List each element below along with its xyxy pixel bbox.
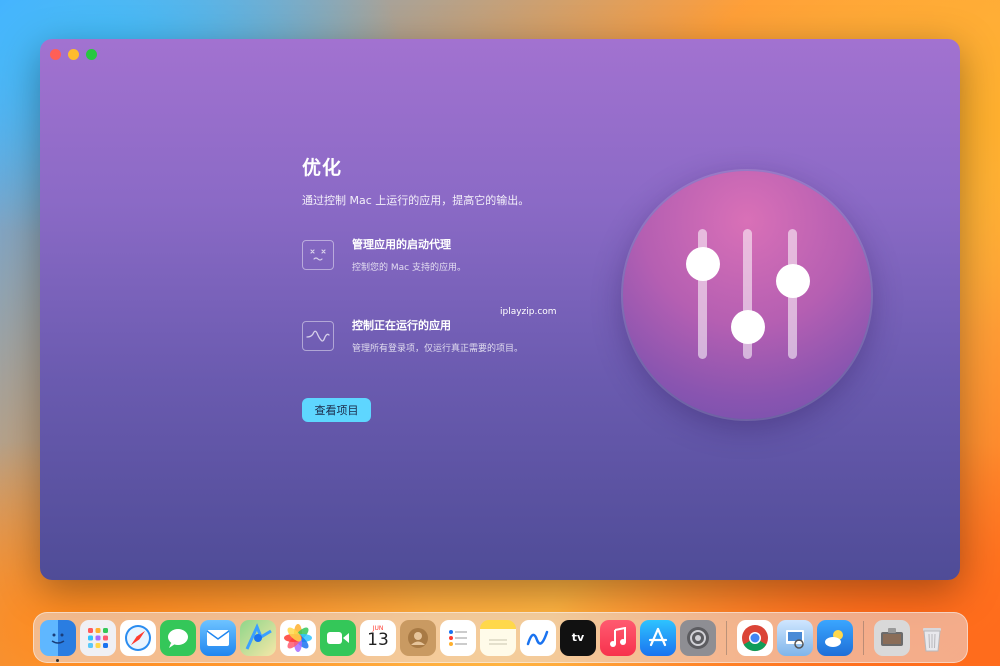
facetime-icon[interactable] [320,619,356,656]
trash-icon[interactable] [914,620,950,656]
app-window: 优化 通过控制 Mac 上运行的应用，提高它的输出。 管理应用的启动代理 控制您… [40,39,960,580]
safari-icon[interactable] [120,619,156,656]
finder-icon[interactable] [40,619,76,662]
reminders-icon[interactable] [440,619,476,656]
chrome-icon[interactable] [737,619,773,656]
page-title: 优化 [302,157,343,179]
face-x-eyes-icon [302,240,334,270]
maps-icon[interactable] [240,619,276,656]
dock-separator [863,620,864,655]
dock: JUN 13 tv [33,612,968,663]
screenshot-icon[interactable] [874,619,910,656]
calendar-icon[interactable]: JUN 13 [360,619,396,656]
launchpad-icon[interactable] [80,619,116,656]
apple-tv-label: tv [571,631,585,644]
feature-title: 管理应用的启动代理 [352,238,451,251]
calendar-day: 13 [367,629,389,650]
feature-running-apps: 控制正在运行的应用 管理所有登录项，仅运行真正需要的项目。 [302,317,523,354]
view-items-button[interactable]: 查看项目 [302,398,371,422]
apple-tv-icon[interactable]: tv [560,619,596,656]
messages-icon[interactable] [160,619,196,656]
feature-title: 控制正在运行的应用 [352,319,451,332]
window-controls [50,49,97,60]
mail-icon[interactable] [200,619,236,656]
app-store-icon[interactable] [640,619,676,656]
zoom-button[interactable] [86,49,97,60]
freeform-icon[interactable] [520,619,556,656]
photos-icon[interactable] [280,619,316,656]
weather-icon[interactable] [817,619,853,656]
waveform-icon [302,321,334,351]
music-icon[interactable] [600,619,636,656]
feature-description: 管理所有登录项，仅运行真正需要的项目。 [352,344,524,354]
running-indicator [56,658,59,662]
watermark-text: iplayzip.com [500,307,557,317]
feature-description: 控制您的 Mac 支持的应用。 [352,263,466,273]
intro: 优化 通过控制 Mac 上运行的应用，提高它的输出。 [302,153,602,208]
settings-icon[interactable] [680,619,716,656]
contacts-icon[interactable] [400,619,436,656]
minimize-button[interactable] [68,49,79,60]
notes-icon[interactable] [480,619,516,656]
page-subtitle: 通过控制 Mac 上运行的应用，提高它的输出。 [302,194,530,207]
close-button[interactable] [50,49,61,60]
feature-launch-agents: 管理应用的启动代理 控制您的 Mac 支持的应用。 [302,236,466,273]
dock-separator [726,620,727,655]
preview-icon[interactable] [777,619,813,656]
sliders-icon [686,229,810,359]
hero-illustration [623,171,871,419]
